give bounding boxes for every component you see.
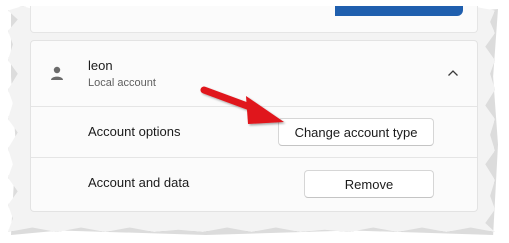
- red-arrow-annotation: [200, 86, 284, 124]
- account-options-label: Account options: [88, 124, 181, 139]
- person-icon: [51, 66, 63, 80]
- account-data-label: Account and data: [88, 175, 190, 190]
- chevron-up-icon[interactable]: [445, 65, 461, 81]
- account-data-row: Account and data Remove: [31, 158, 477, 208]
- user-name: leon: [88, 58, 113, 73]
- account-type-label: Local account: [88, 77, 156, 89]
- change-account-type-button[interactable]: Change account type: [278, 118, 434, 146]
- remove-button[interactable]: Remove: [304, 170, 434, 198]
- accent-bar: [335, 6, 463, 16]
